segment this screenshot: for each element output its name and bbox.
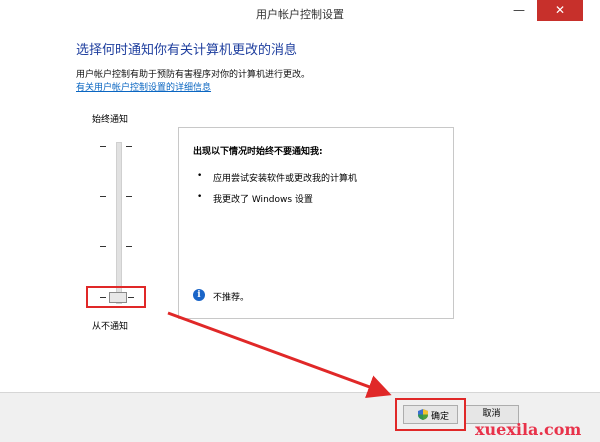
page-heading: 选择何时通知你有关计算机更改的消息 [76,43,298,58]
minimize-button[interactable]: — [508,0,530,21]
ok-highlight-box [395,398,466,431]
notification-slider-track[interactable] [116,142,122,304]
bullet-icon: • [197,192,203,202]
description-panel: 出现以下情况时始终不要通知我: • 应用尝试安装软件或更改我的计算机 • 我更改… [178,127,454,319]
slider-highlight-box [86,286,146,308]
close-button[interactable]: ✕ [537,0,583,21]
slider-tick-left [100,146,106,147]
slider-bottom-label: 从不通知 [92,322,129,332]
description-text: 用户帐户控制有助于预防有害程序对你的计算机进行更改。 [76,70,311,80]
bullet-icon: • [197,171,203,181]
slider-tick-right [126,146,132,147]
bullet-item: 我更改了 Windows 设置 [213,195,313,205]
slider-tick-left [100,246,106,247]
info-icon: i [193,289,205,301]
watermark-text: xuexila.com [475,420,582,439]
bullet-item: 应用尝试安装软件或更改我的计算机 [213,174,358,184]
slider-tick-right [126,196,132,197]
title-bar: 用户帐户控制设置 — ✕ [0,0,600,27]
uac-details-link[interactable]: 有关用户帐户控制设置的详细信息 [76,80,211,93]
slider-top-label: 始终通知 [92,115,129,125]
info-text: 不推荐。 [213,293,250,303]
footer-divider [0,392,600,393]
panel-title: 出现以下情况时始终不要通知我: [193,147,323,157]
slider-tick-right [126,246,132,247]
slider-tick-left [100,196,106,197]
